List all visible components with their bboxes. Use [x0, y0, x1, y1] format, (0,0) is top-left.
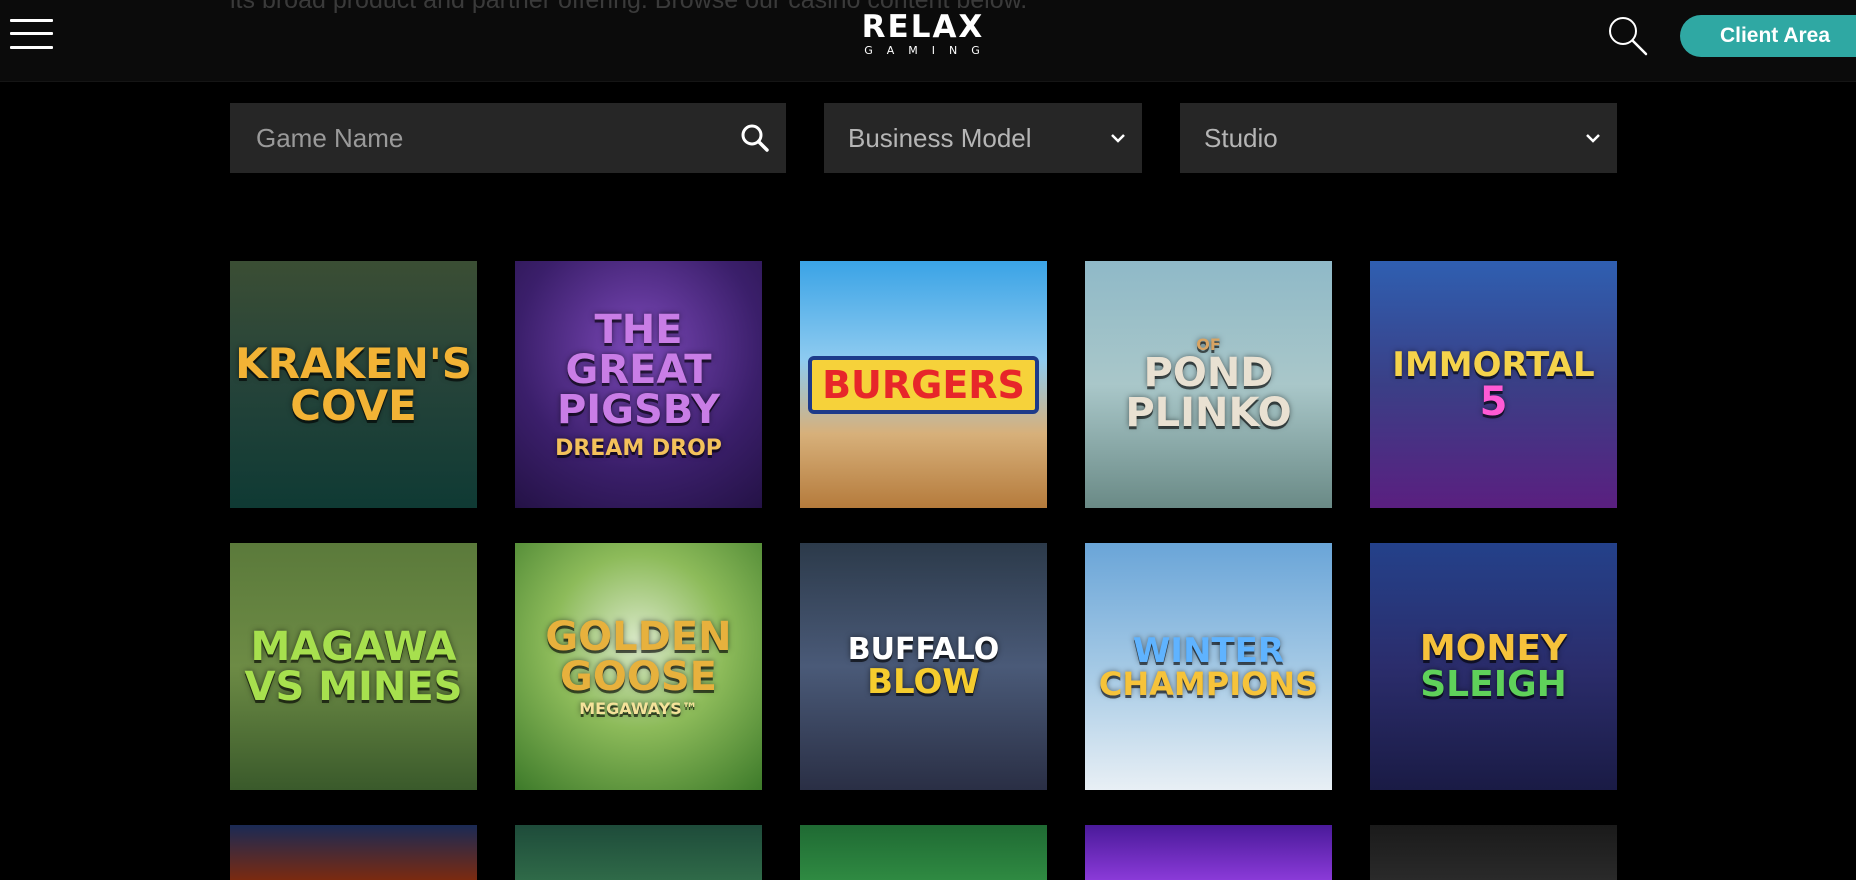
- studio-label: Studio: [1204, 122, 1278, 153]
- logo-sub-text: GAMING: [864, 44, 994, 57]
- game-name-search[interactable]: [230, 103, 786, 173]
- game-title: KRAKEN'S COVE: [235, 338, 472, 430]
- game-subtitle: SLEIGH: [1420, 663, 1567, 705]
- game-title: IMMORTAL 5: [1392, 344, 1595, 425]
- game-tile-golden-goose[interactable]: GOLDEN GOOSE MEGAWAYS™: [515, 543, 762, 790]
- business-model-select[interactable]: Business Model: [824, 103, 1142, 173]
- search-icon[interactable]: [1606, 14, 1650, 58]
- game-tile-immortal-5[interactable]: IMMORTAL 5: [1370, 261, 1617, 508]
- game-title: THE GREAT PIGSBY DREAM DROP: [515, 310, 762, 460]
- game-subtitle: CHAMPIONS: [1098, 664, 1319, 703]
- menu-icon[interactable]: [10, 17, 53, 51]
- game-tile-winter-champions[interactable]: WINTER CHAMPIONS: [1085, 543, 1332, 790]
- game-subtitle: DREAM DROP: [555, 435, 722, 461]
- game-tile[interactable]: [800, 825, 1047, 880]
- game-subtitle: MEGAWAYS™: [579, 698, 698, 718]
- game-tile-buffalo-blow[interactable]: BUFFALO BLOW: [800, 543, 1047, 790]
- game-title: MONEY SLEIGH: [1419, 627, 1568, 705]
- game-tile[interactable]: [230, 825, 477, 880]
- game-tile-magawa-vs-mines[interactable]: MAGAWA VS MINES: [230, 543, 477, 790]
- game-title: GOLDEN GOOSE MEGAWAYS™: [515, 617, 762, 717]
- game-title: BUFFALO BLOW: [847, 631, 1000, 702]
- game-name-input[interactable]: [256, 122, 716, 154]
- search-icon[interactable]: [740, 123, 770, 153]
- logo-main-text: RELAX: [861, 9, 985, 45]
- game-tile-great-pigsby[interactable]: THE GREAT PIGSBY DREAM DROP: [515, 261, 762, 508]
- game-title: MAGAWA VS MINES: [244, 623, 463, 710]
- top-header: its broad product and partner offering. …: [0, 0, 1856, 82]
- chevron-down-icon: [1111, 134, 1125, 143]
- game-tile[interactable]: [1370, 825, 1617, 880]
- game-title: WINTER CHAMPIONS: [1098, 630, 1319, 703]
- game-tile-money-sleigh[interactable]: MONEY SLEIGH: [1370, 543, 1617, 790]
- studio-select[interactable]: Studio: [1180, 103, 1617, 173]
- client-area-button[interactable]: Client Area: [1680, 15, 1856, 57]
- game-tile[interactable]: [515, 825, 762, 880]
- game-tile-pond-of-plinko[interactable]: OF POND PLINKO: [1085, 261, 1332, 508]
- game-subtitle: 5: [1479, 378, 1508, 425]
- game-title: BURGERS: [808, 355, 1039, 414]
- chevron-down-icon: [1586, 134, 1600, 143]
- game-title: OF POND PLINKO: [1085, 336, 1332, 433]
- game-tile-burgers[interactable]: BURGERS: [800, 261, 1047, 508]
- game-tile[interactable]: [1085, 825, 1332, 880]
- game-subtitle: BLOW: [867, 661, 980, 702]
- relax-gaming-logo[interactable]: RELAX GAMING: [852, 10, 994, 62]
- business-model-label: Business Model: [848, 122, 1032, 153]
- game-tile-krakens-cove[interactable]: KRAKEN'S COVE: [230, 261, 477, 508]
